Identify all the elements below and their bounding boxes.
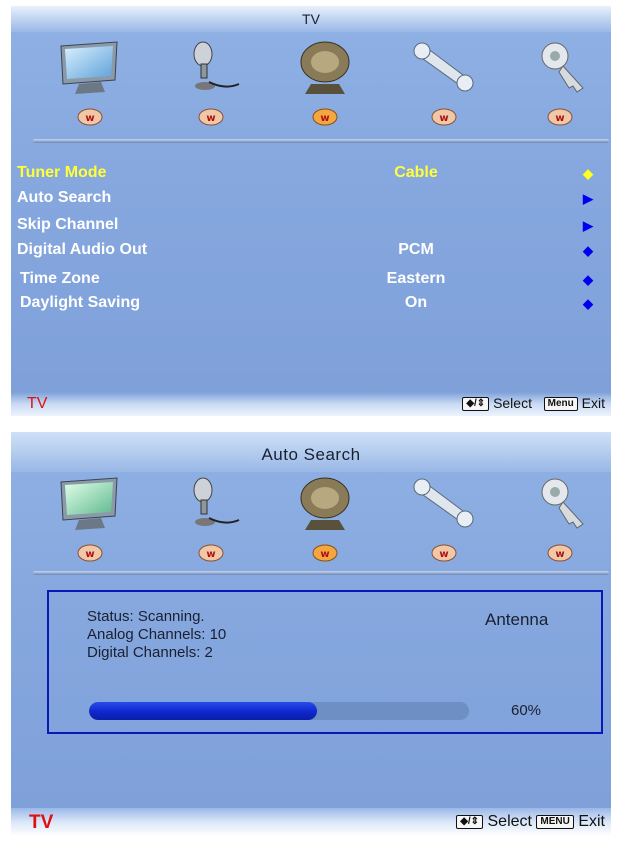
satellite-dish-icon[interactable] xyxy=(289,474,359,532)
screen-title: Auto Search xyxy=(11,432,611,472)
divider xyxy=(33,571,609,575)
scan-status-box: Status: Scanning. Analog Channels: 10 Di… xyxy=(47,590,603,734)
menu-title: TV xyxy=(11,6,611,32)
category-marker: w xyxy=(431,544,457,562)
row-value: On xyxy=(404,294,428,311)
category-marker: w xyxy=(77,544,103,562)
scan-progress-bar xyxy=(89,702,469,720)
category-marker: w xyxy=(431,108,457,126)
key-icon[interactable] xyxy=(525,38,595,96)
row-label: Time Zone xyxy=(20,270,100,287)
monitor-icon[interactable] xyxy=(55,474,125,532)
help-hints: ◆/⇕ Select MENU Exit xyxy=(456,813,605,831)
svg-text:w: w xyxy=(320,549,329,560)
category-marker-active: w xyxy=(312,108,338,126)
right-arrow-icon[interactable]: ▶ xyxy=(583,191,593,207)
bottom-bar: TV ◆/⇕ Select Menu Exit xyxy=(11,392,611,416)
wrench-icon[interactable] xyxy=(409,474,479,532)
menu-row-digital-audio-out[interactable]: Digital Audio Out PCM ◆ xyxy=(11,241,611,263)
svg-text:w: w xyxy=(439,549,448,560)
category-icons: w w w w w xyxy=(11,474,611,569)
menu-key-icon[interactable]: Menu xyxy=(543,397,578,411)
auto-search-panel: Auto Search w w w w w Status: Scanning. … xyxy=(11,432,611,836)
analog-channels: Analog Channels: 10 xyxy=(87,626,227,643)
svg-text:w: w xyxy=(206,549,215,560)
left-right-arrow-icon[interactable]: ◆ xyxy=(583,296,593,312)
source-label: TV xyxy=(29,812,54,833)
row-label: Auto Search xyxy=(17,189,112,206)
row-label: Daylight Saving xyxy=(20,294,141,311)
left-right-arrow-icon[interactable]: ◆ xyxy=(583,272,593,288)
category-marker: w xyxy=(77,108,103,126)
category-marker: w xyxy=(198,108,224,126)
right-arrow-icon[interactable]: ▶ xyxy=(583,218,593,234)
nav-key-icon: ◆/⇕ xyxy=(456,815,484,829)
divider xyxy=(33,139,609,143)
scan-progress-percent: 60% xyxy=(511,702,542,719)
svg-text:w: w xyxy=(206,113,215,124)
row-value: Eastern xyxy=(386,270,446,287)
row-value: Cable xyxy=(394,164,438,181)
row-label: Tuner Mode xyxy=(17,164,107,181)
svg-text:w: w xyxy=(85,549,94,560)
menu-row-skip-channel[interactable]: Skip Channel ▶ xyxy=(11,216,611,238)
svg-text:w: w xyxy=(555,113,564,124)
microphone-icon[interactable] xyxy=(175,38,245,96)
category-marker-active: w xyxy=(312,544,338,562)
select-label: Select xyxy=(487,813,532,830)
monitor-icon[interactable] xyxy=(55,38,125,96)
select-label: Select xyxy=(493,395,532,411)
satellite-dish-icon[interactable] xyxy=(289,38,359,96)
row-label: Digital Audio Out xyxy=(17,241,148,258)
tv-menu-panel: TV w w w w w Tuner Mode Cable ◆ Auto Sea… xyxy=(11,6,611,416)
menu-row-time-zone[interactable]: Time Zone Eastern ◆ xyxy=(11,270,611,292)
key-icon[interactable] xyxy=(525,474,595,532)
svg-text:w: w xyxy=(320,113,329,124)
left-right-arrow-icon[interactable]: ◆ xyxy=(583,166,593,182)
digital-channels: Digital Channels: 2 xyxy=(87,644,213,661)
svg-text:w: w xyxy=(555,549,564,560)
nav-key-icon: ◆/⇕ xyxy=(462,397,490,411)
help-hints: ◆/⇕ Select Menu Exit xyxy=(462,395,605,411)
category-icons: w w w w w xyxy=(11,38,611,133)
menu-row-tuner-mode[interactable]: Tuner Mode Cable ◆ xyxy=(11,164,611,186)
row-value: PCM xyxy=(398,241,434,258)
microphone-icon[interactable] xyxy=(175,474,245,532)
bottom-bar: TV ◆/⇕ Select MENU Exit xyxy=(11,808,611,836)
category-marker: w xyxy=(198,544,224,562)
svg-text:w: w xyxy=(439,113,448,124)
menu-row-daylight-saving[interactable]: Daylight Saving On ◆ xyxy=(11,294,611,316)
menu-key-icon[interactable]: MENU xyxy=(536,815,574,829)
exit-label: Exit xyxy=(581,395,605,411)
row-label: Skip Channel xyxy=(17,216,119,233)
category-marker: w xyxy=(547,544,573,562)
exit-label: Exit xyxy=(578,813,605,830)
wrench-icon[interactable] xyxy=(409,38,479,96)
category-marker: w xyxy=(547,108,573,126)
menu-row-auto-search[interactable]: Auto Search ▶ xyxy=(11,189,611,211)
scan-progress-fill xyxy=(89,702,317,720)
scan-status: Status: Scanning. xyxy=(87,608,205,625)
source-label: TV xyxy=(27,395,48,412)
left-right-arrow-icon[interactable]: ◆ xyxy=(583,243,593,259)
svg-text:w: w xyxy=(85,113,94,124)
signal-source: Antenna xyxy=(485,610,549,629)
